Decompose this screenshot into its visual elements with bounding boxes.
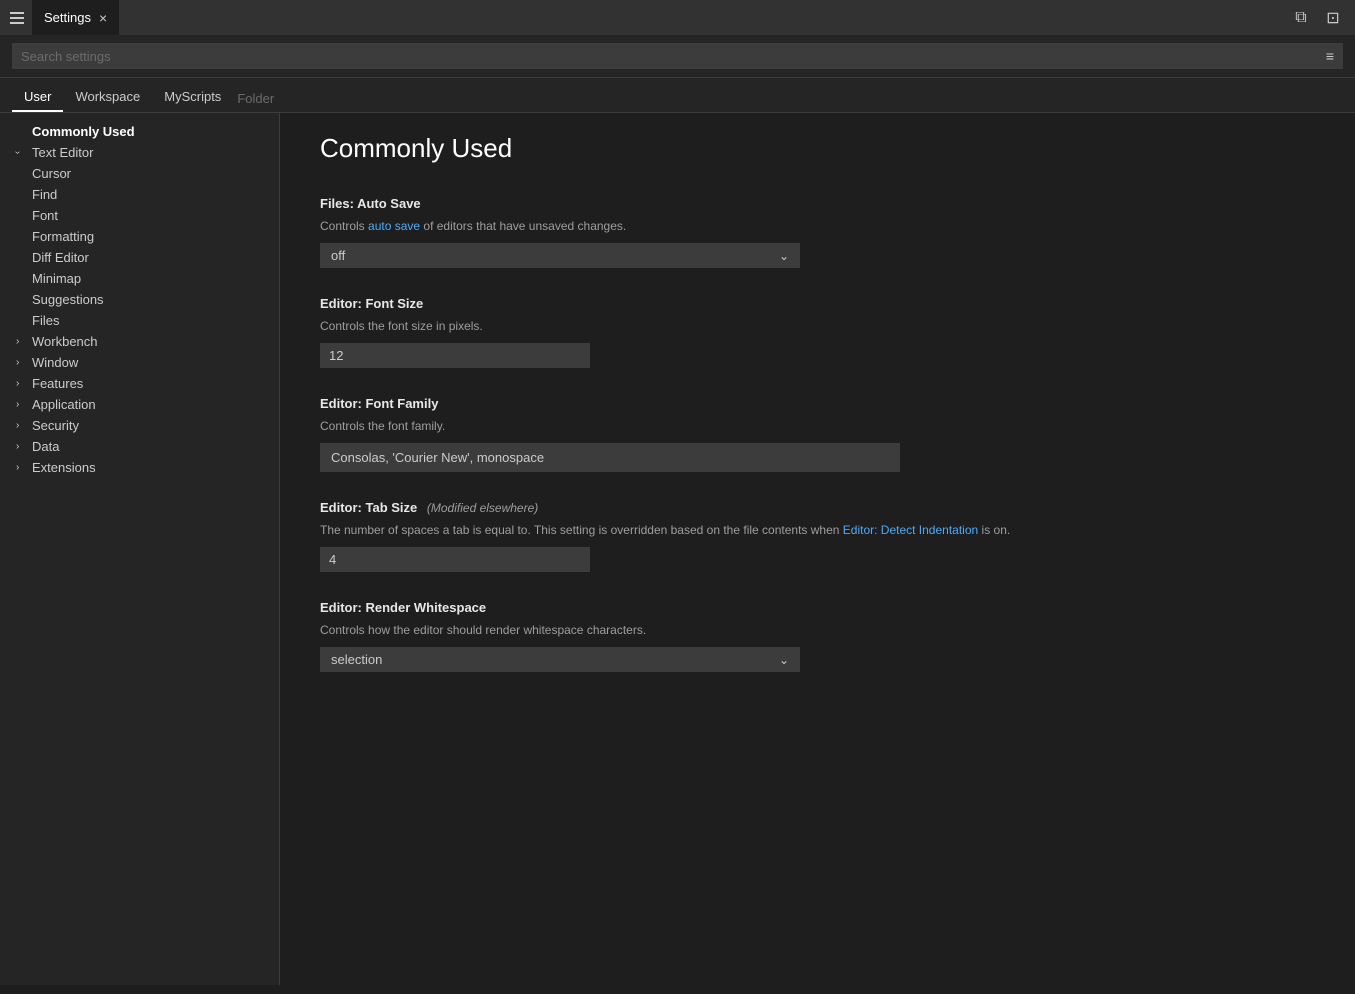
sidebar-item-cursor[interactable]: Cursor: [0, 163, 279, 184]
data-chevron-icon: [16, 441, 28, 452]
sidebar-item-workbench[interactable]: Workbench: [0, 331, 279, 352]
editor-tab-size-input[interactable]: [320, 547, 590, 572]
files-auto-save-value: off: [331, 248, 345, 263]
content-area: Commonly Used Files: Auto Save Controls …: [280, 113, 1355, 985]
sidebar-item-suggestions[interactable]: Suggestions: [0, 289, 279, 310]
search-bar: ≡: [12, 43, 1343, 69]
editor-font-size-label: Editor: Font Size: [320, 296, 1315, 311]
settings-tab-close[interactable]: ×: [99, 11, 107, 25]
sidebar-item-files[interactable]: Files: [0, 310, 279, 331]
sidebar-item-minimap[interactable]: Minimap: [0, 268, 279, 289]
sidebar-item-text-editor[interactable]: Text Editor: [0, 142, 279, 163]
extensions-chevron-icon: [16, 462, 28, 473]
content-title: Commonly Used: [320, 133, 1315, 172]
sidebar-item-formatting[interactable]: Formatting: [0, 226, 279, 247]
sidebar-item-commonly-used[interactable]: › Commonly Used: [0, 121, 279, 142]
setting-editor-font-family: Editor: Font Family Controls the font fa…: [320, 396, 1315, 472]
sidebar-item-application[interactable]: Application: [0, 394, 279, 415]
sidebar-item-features[interactable]: Features: [0, 373, 279, 394]
tab-folder-label[interactable]: Folder: [233, 85, 278, 112]
setting-editor-tab-size: Editor: Tab Size (Modified elsewhere) Th…: [320, 500, 1315, 572]
title-bar: Settings × ⧉ ⊡: [0, 0, 1355, 35]
editor-tab-size-label: Editor: Tab Size (Modified elsewhere): [320, 500, 1315, 515]
setting-files-auto-save: Files: Auto Save Controls auto save of e…: [320, 196, 1315, 268]
editor-tab-size-description: The number of spaces a tab is equal to. …: [320, 521, 1315, 539]
workbench-chevron-icon: [16, 336, 28, 347]
tab-workspace[interactable]: Workspace: [63, 83, 152, 112]
tab-myscripts[interactable]: MyScripts: [152, 83, 233, 112]
menu-icon[interactable]: [10, 12, 24, 24]
sidebar-item-data[interactable]: Data: [0, 436, 279, 457]
editor-render-whitespace-arrow-icon: ⌄: [779, 653, 789, 667]
editor-font-family-description: Controls the font family.: [320, 417, 1315, 435]
files-auto-save-arrow-icon: ⌄: [779, 249, 789, 263]
search-bar-area: ≡: [0, 35, 1355, 78]
editor-render-whitespace-label: Editor: Render Whitespace: [320, 600, 1315, 615]
application-chevron-icon: [16, 399, 28, 410]
tab-user[interactable]: User: [12, 83, 63, 112]
editor-font-size-description: Controls the font size in pixels.: [320, 317, 1315, 335]
security-chevron-icon: [16, 420, 28, 431]
features-chevron-icon: [16, 378, 28, 389]
sidebar: › Commonly Used Text Editor Cursor Find …: [0, 113, 280, 985]
sidebar-item-window[interactable]: Window: [0, 352, 279, 373]
files-auto-save-select[interactable]: off ⌄: [320, 243, 800, 268]
settings-tab[interactable]: Settings ×: [32, 0, 119, 35]
setting-editor-render-whitespace: Editor: Render Whitespace Controls how t…: [320, 600, 1315, 672]
editor-font-family-input[interactable]: [320, 443, 900, 472]
auto-save-link[interactable]: auto save: [368, 219, 420, 233]
window-chevron-icon: [16, 357, 28, 368]
files-auto-save-description: Controls auto save of editors that have …: [320, 217, 1315, 235]
settings-tab-label: Settings: [44, 10, 91, 25]
text-editor-chevron-icon: [16, 147, 28, 158]
files-auto-save-label: Files: Auto Save: [320, 196, 1315, 211]
sidebar-item-diff-editor[interactable]: Diff Editor: [0, 247, 279, 268]
detect-indentation-link[interactable]: Editor: Detect Indentation: [843, 523, 978, 537]
editor-font-family-label: Editor: Font Family: [320, 396, 1315, 411]
editor-render-whitespace-description: Controls how the editor should render wh…: [320, 621, 1315, 639]
open-settings-button[interactable]: ⊡: [1321, 6, 1345, 30]
split-editor-button[interactable]: ⧉: [1289, 6, 1313, 30]
editor-render-whitespace-value: selection: [331, 652, 382, 667]
search-input[interactable]: [21, 49, 1320, 64]
editor-render-whitespace-select[interactable]: selection ⌄: [320, 647, 800, 672]
editor-tab-size-modified-note: (Modified elsewhere): [427, 501, 538, 515]
editor-font-size-input[interactable]: [320, 343, 590, 368]
sidebar-item-extensions[interactable]: Extensions: [0, 457, 279, 478]
sidebar-item-find[interactable]: Find: [0, 184, 279, 205]
sidebar-item-font[interactable]: Font: [0, 205, 279, 226]
tabs-row: User Workspace MyScripts Folder: [0, 78, 1355, 113]
main-layout: › Commonly Used Text Editor Cursor Find …: [0, 113, 1355, 985]
sidebar-item-security[interactable]: Security: [0, 415, 279, 436]
search-settings-icon[interactable]: ≡: [1326, 48, 1334, 64]
title-bar-right: ⧉ ⊡: [1289, 6, 1345, 30]
title-bar-left: Settings ×: [10, 0, 119, 35]
setting-editor-font-size: Editor: Font Size Controls the font size…: [320, 296, 1315, 368]
